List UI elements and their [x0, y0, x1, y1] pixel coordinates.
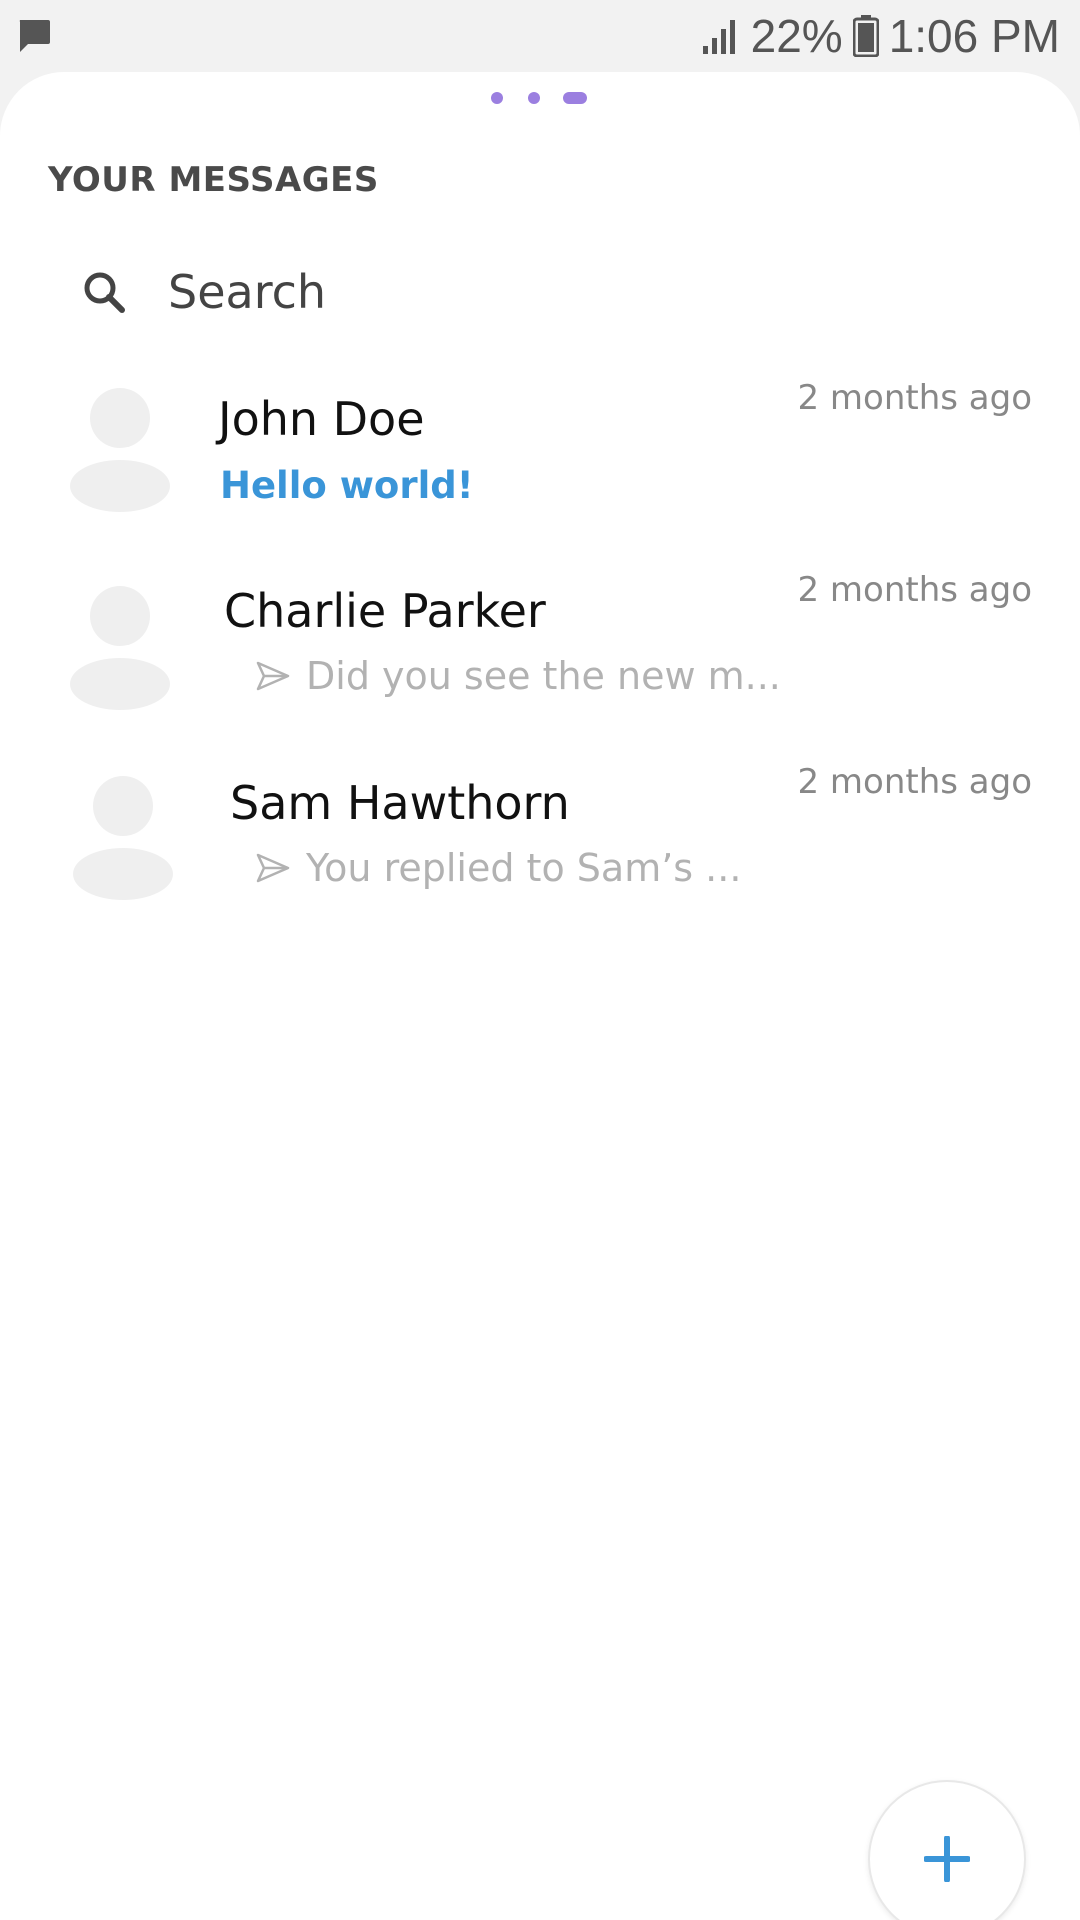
- conversation-item[interactable]: Sam Hawthorn 2 months ago You replied to…: [0, 746, 1080, 936]
- message-preview-text: You replied to Sam’s ...: [306, 846, 742, 890]
- avatar-placeholder-icon: [70, 586, 170, 710]
- conversation-item[interactable]: Charlie Parker 2 months ago Did you see …: [0, 554, 1080, 744]
- message-time: 2 months ago: [797, 762, 1032, 802]
- sent-arrow-icon: [256, 853, 290, 883]
- screen: 22% 1:06 PM YOUR MESSAGES Search John Do…: [0, 0, 1080, 1920]
- message-preview-unread: Hello world!: [220, 464, 474, 507]
- battery-icon: [852, 15, 879, 57]
- page-dot-3-active[interactable]: [563, 92, 587, 104]
- plus-icon: [924, 1836, 970, 1882]
- search-input[interactable]: [168, 265, 868, 319]
- page-indicator: [0, 90, 1080, 104]
- status-bar: 22% 1:06 PM: [0, 0, 1080, 72]
- conversation-item[interactable]: John Doe 2 months ago Hello world!: [0, 362, 1080, 552]
- page-dot-2[interactable]: [528, 92, 540, 104]
- status-right: 22% 1:06 PM: [701, 8, 1060, 64]
- avatar-placeholder-icon: [73, 776, 173, 900]
- message-preview: You replied to Sam’s ...: [256, 846, 741, 890]
- message-time: 2 months ago: [797, 378, 1032, 418]
- new-message-button[interactable]: [868, 1780, 1026, 1920]
- page-title: YOUR MESSAGES: [48, 160, 379, 200]
- signal-icon: [702, 20, 735, 54]
- message-notification-icon: [19, 20, 50, 52]
- page-dot-1[interactable]: [491, 92, 503, 104]
- avatar-placeholder-icon: [70, 388, 170, 512]
- contact-name: Sam Hawthorn: [230, 776, 570, 830]
- message-preview-text: Did you see the new m...: [306, 654, 781, 698]
- status-time: 1:06 PM: [888, 10, 1060, 62]
- message-preview: Did you see the new m...: [256, 654, 781, 698]
- contact-name: John Doe: [218, 392, 425, 446]
- search-bar[interactable]: [72, 242, 1012, 342]
- sent-arrow-icon: [256, 661, 290, 691]
- message-time: 2 months ago: [797, 570, 1032, 610]
- messages-sheet: YOUR MESSAGES John Doe 2 months ago Hell…: [0, 72, 1080, 1920]
- battery-percent: 22%: [750, 10, 843, 62]
- search-icon: [84, 272, 125, 313]
- contact-name: Charlie Parker: [224, 584, 546, 638]
